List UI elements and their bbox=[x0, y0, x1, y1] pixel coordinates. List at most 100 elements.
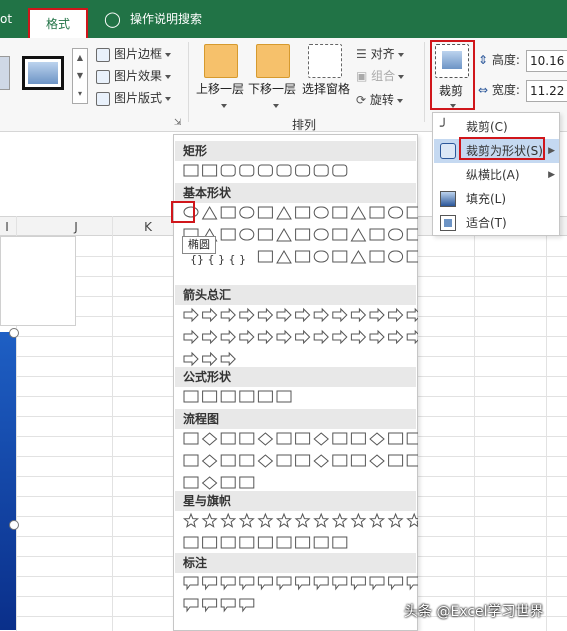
star-shape[interactable] bbox=[220, 512, 237, 528]
arrow-shape[interactable] bbox=[183, 351, 199, 367]
basic-shape[interactable] bbox=[406, 228, 418, 241]
arrow-shape[interactable] bbox=[257, 329, 274, 345]
arrow-shape[interactable] bbox=[276, 329, 292, 345]
resize-handle[interactable] bbox=[9, 328, 19, 338]
rectangle-shape[interactable] bbox=[183, 164, 199, 177]
arrow-shape[interactable] bbox=[369, 329, 385, 345]
basic-shape[interactable] bbox=[350, 250, 367, 264]
basic-shape[interactable] bbox=[406, 206, 418, 219]
arrow-shape[interactable] bbox=[202, 351, 218, 367]
rectangle-shape[interactable] bbox=[220, 164, 236, 177]
arrow-shape[interactable] bbox=[332, 307, 348, 323]
flowchart-shape[interactable] bbox=[350, 454, 366, 467]
basic-shape[interactable] bbox=[295, 228, 311, 241]
flowchart-shape[interactable] bbox=[276, 454, 292, 467]
rectangle-shape[interactable] bbox=[276, 164, 292, 177]
flowchart-shape[interactable] bbox=[183, 476, 199, 489]
callout-shape[interactable] bbox=[295, 576, 311, 591]
width-input[interactable]: 11.22 bbox=[526, 80, 567, 102]
callout-shape[interactable] bbox=[406, 576, 418, 591]
basic-shape[interactable] bbox=[332, 250, 348, 263]
arrow-shape[interactable] bbox=[332, 329, 348, 345]
star-shape[interactable] bbox=[182, 512, 200, 528]
arrow-shape[interactable] bbox=[313, 307, 329, 323]
flowchart-shape[interactable] bbox=[201, 454, 218, 468]
flowchart-shape[interactable] bbox=[183, 432, 199, 445]
equation-shape[interactable] bbox=[202, 390, 218, 403]
banner-shape[interactable] bbox=[332, 536, 348, 549]
rotate-button[interactable]: ⟳ 旋转 bbox=[356, 90, 403, 110]
arrow-shape[interactable] bbox=[313, 329, 329, 345]
flowchart-shape[interactable] bbox=[295, 454, 311, 467]
arrow-shape[interactable] bbox=[406, 307, 418, 323]
basic-shape[interactable] bbox=[201, 206, 218, 220]
flowchart-shape[interactable] bbox=[350, 432, 366, 445]
basic-shape[interactable] bbox=[332, 228, 348, 241]
callout-shape[interactable] bbox=[220, 598, 236, 613]
banner-shape[interactable] bbox=[239, 536, 255, 549]
basic-shape[interactable] bbox=[295, 206, 311, 219]
basic-shape[interactable] bbox=[257, 206, 273, 219]
basic-shape[interactable] bbox=[295, 250, 311, 263]
star-shape[interactable] bbox=[294, 512, 311, 528]
arrow-shape[interactable] bbox=[220, 329, 236, 345]
column-header-j[interactable]: J bbox=[40, 218, 112, 236]
banner-shape[interactable] bbox=[295, 536, 311, 549]
arrow-shape[interactable] bbox=[388, 307, 404, 323]
basic-shape[interactable] bbox=[332, 206, 348, 219]
banner-shape[interactable] bbox=[276, 536, 292, 549]
picture-effects-button[interactable]: 图片效果 bbox=[96, 66, 172, 86]
callout-shape[interactable] bbox=[332, 576, 348, 591]
flowchart-shape[interactable] bbox=[183, 454, 199, 467]
basic-shape[interactable] bbox=[257, 228, 273, 241]
flowchart-shape[interactable] bbox=[332, 432, 348, 445]
star-shape[interactable] bbox=[257, 512, 274, 528]
equation-shape[interactable] bbox=[220, 390, 236, 403]
group-button[interactable]: ▣ 组合 bbox=[356, 66, 405, 86]
picture-style-thumb[interactable] bbox=[22, 56, 64, 90]
arrow-shape[interactable] bbox=[406, 329, 418, 345]
star-shape[interactable] bbox=[238, 512, 255, 528]
basic-shape[interactable] bbox=[239, 206, 255, 219]
flowchart-shape[interactable] bbox=[388, 454, 404, 467]
height-input[interactable]: 10.16 bbox=[526, 50, 567, 72]
tell-me-search[interactable]: 操作说明搜索 bbox=[130, 0, 202, 38]
flowchart-shape[interactable] bbox=[406, 432, 418, 445]
arrow-shape[interactable] bbox=[350, 307, 367, 323]
callout-shape[interactable] bbox=[388, 576, 404, 591]
menu-item-crop[interactable]: ╯ 裁剪(C) bbox=[434, 115, 559, 139]
callout-shape[interactable] bbox=[313, 576, 329, 591]
basic-shape[interactable] bbox=[313, 228, 329, 241]
equation-shape[interactable] bbox=[183, 390, 199, 403]
basic-shape[interactable] bbox=[369, 250, 385, 263]
basic-shape[interactable] bbox=[276, 250, 292, 264]
resize-handle[interactable] bbox=[9, 520, 19, 530]
arrow-shape[interactable] bbox=[257, 307, 274, 323]
rectangle-shape[interactable] bbox=[295, 164, 311, 177]
selection-pane-button[interactable]: 选择窗格 bbox=[300, 42, 352, 122]
arrow-shape[interactable] bbox=[220, 351, 236, 367]
basic-shape[interactable] bbox=[369, 206, 385, 219]
star-shape[interactable] bbox=[368, 512, 386, 528]
arrow-shape[interactable] bbox=[276, 307, 292, 323]
send-backward-button[interactable]: 下移一层 bbox=[248, 42, 298, 122]
basic-shape[interactable] bbox=[388, 206, 404, 219]
flowchart-shape[interactable] bbox=[369, 454, 385, 468]
text-box-shape[interactable] bbox=[0, 236, 76, 326]
picture-style-thumb[interactable] bbox=[0, 56, 10, 90]
callout-shape[interactable] bbox=[202, 576, 218, 591]
menu-item-fit[interactable]: 适合(T) bbox=[434, 211, 559, 235]
basic-shape[interactable] bbox=[239, 228, 255, 241]
banner-shape[interactable] bbox=[183, 536, 199, 549]
banner-shape[interactable] bbox=[202, 536, 218, 549]
flowchart-shape[interactable] bbox=[220, 476, 236, 489]
basic-shape[interactable] bbox=[350, 206, 367, 220]
arrow-shape[interactable] bbox=[202, 329, 218, 345]
banner-shape[interactable] bbox=[220, 536, 236, 549]
menu-item-aspect-ratio[interactable]: 纵横比(A) ▶ bbox=[434, 163, 559, 187]
picture-layout-button[interactable]: 图片版式 bbox=[96, 88, 172, 108]
arrow-shape[interactable] bbox=[202, 307, 218, 323]
basic-shape[interactable] bbox=[276, 206, 292, 220]
equation-shape[interactable] bbox=[276, 390, 292, 403]
flowchart-shape[interactable] bbox=[295, 432, 311, 445]
